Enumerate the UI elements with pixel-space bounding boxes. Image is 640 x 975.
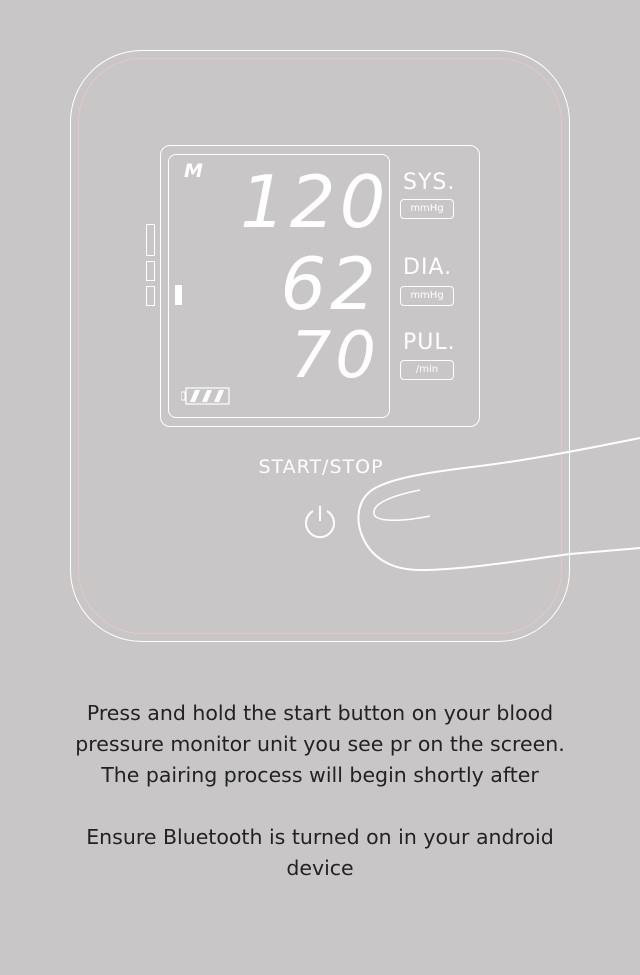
pul-unit: /min [400,360,454,380]
pulse-reading: 70 [290,319,380,393]
dia-unit: mmHg [400,286,454,306]
power-icon[interactable] [302,503,338,539]
sys-unit: mmHg [400,199,454,219]
pul-label: PUL. [403,330,456,355]
battery-full-icon [181,387,230,405]
level-indicator [175,285,182,305]
dia-label: DIA. [403,255,453,280]
side-indicator-middle [146,261,155,281]
instruction-step-1: Press and hold the start button on your … [75,701,565,787]
diastolic-reading: 62 [280,242,380,326]
side-indicator-bottom [146,286,155,306]
instructions: Press and hold the start button on your … [60,698,580,884]
sys-label: SYS. [403,170,456,195]
side-indicator-top [146,224,155,256]
memory-label: M [184,160,204,182]
instruction-step-2: Ensure Bluetooth is turned on in your an… [86,825,554,880]
finger-illustration [357,437,640,572]
systolic-reading: 120 [240,160,390,244]
